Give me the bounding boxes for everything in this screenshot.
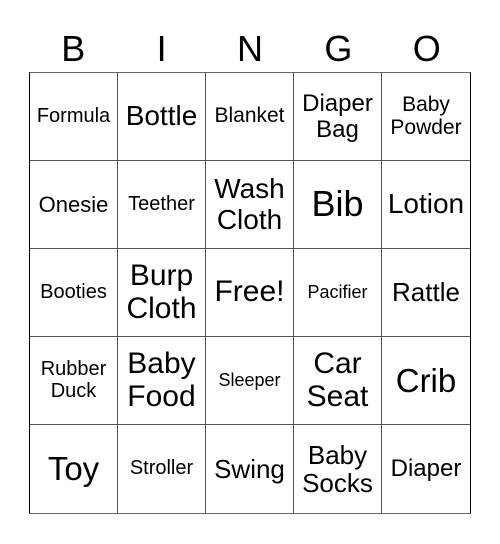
bingo-cell[interactable]: Lotion (382, 161, 470, 249)
bingo-cell[interactable]: Baby Powder (382, 73, 470, 161)
bingo-cell[interactable]: Bottle (118, 73, 206, 161)
bingo-cell[interactable]: Rattle (382, 249, 470, 337)
bingo-cell[interactable]: Sleeper (206, 337, 294, 425)
bingo-cell[interactable]: Burp Cloth (118, 249, 206, 337)
bingo-cell[interactable]: Wash Cloth (206, 161, 294, 249)
bingo-cell[interactable]: Swing (206, 425, 294, 513)
bingo-cell[interactable]: Car Seat (294, 337, 382, 425)
bingo-cell[interactable]: Formula (30, 73, 118, 161)
bingo-cell[interactable]: Blanket (206, 73, 294, 161)
free-space[interactable]: Free! (206, 249, 294, 337)
bingo-cell[interactable]: Baby Socks (294, 425, 382, 513)
bingo-cell[interactable]: Stroller (118, 425, 206, 513)
bingo-cell[interactable]: Crib (382, 337, 470, 425)
bingo-cell[interactable]: Baby Food (118, 337, 206, 425)
header-letter-n: N (236, 28, 263, 69)
bingo-grid: Formula Bottle Blanket Diaper Bag Baby P… (29, 72, 471, 514)
bingo-cell[interactable]: Diaper Bag (294, 73, 382, 161)
header-letter-b: B (61, 28, 86, 69)
bingo-cell[interactable]: Pacifier (294, 249, 382, 337)
bingo-cell[interactable]: Onesie (30, 161, 118, 249)
bingo-cell[interactable]: Bib (294, 161, 382, 249)
bingo-header: B I N G O (29, 26, 471, 72)
header-letter-g: G (324, 28, 353, 69)
bingo-cell[interactable]: Diaper (382, 425, 470, 513)
bingo-cell[interactable]: Toy (30, 425, 118, 513)
bingo-cell[interactable]: Rubber Duck (30, 337, 118, 425)
header-letter-i: I (156, 28, 167, 69)
bingo-cell[interactable]: Teether (118, 161, 206, 249)
header-letter-o: O (412, 28, 441, 69)
bingo-cell[interactable]: Booties (30, 249, 118, 337)
